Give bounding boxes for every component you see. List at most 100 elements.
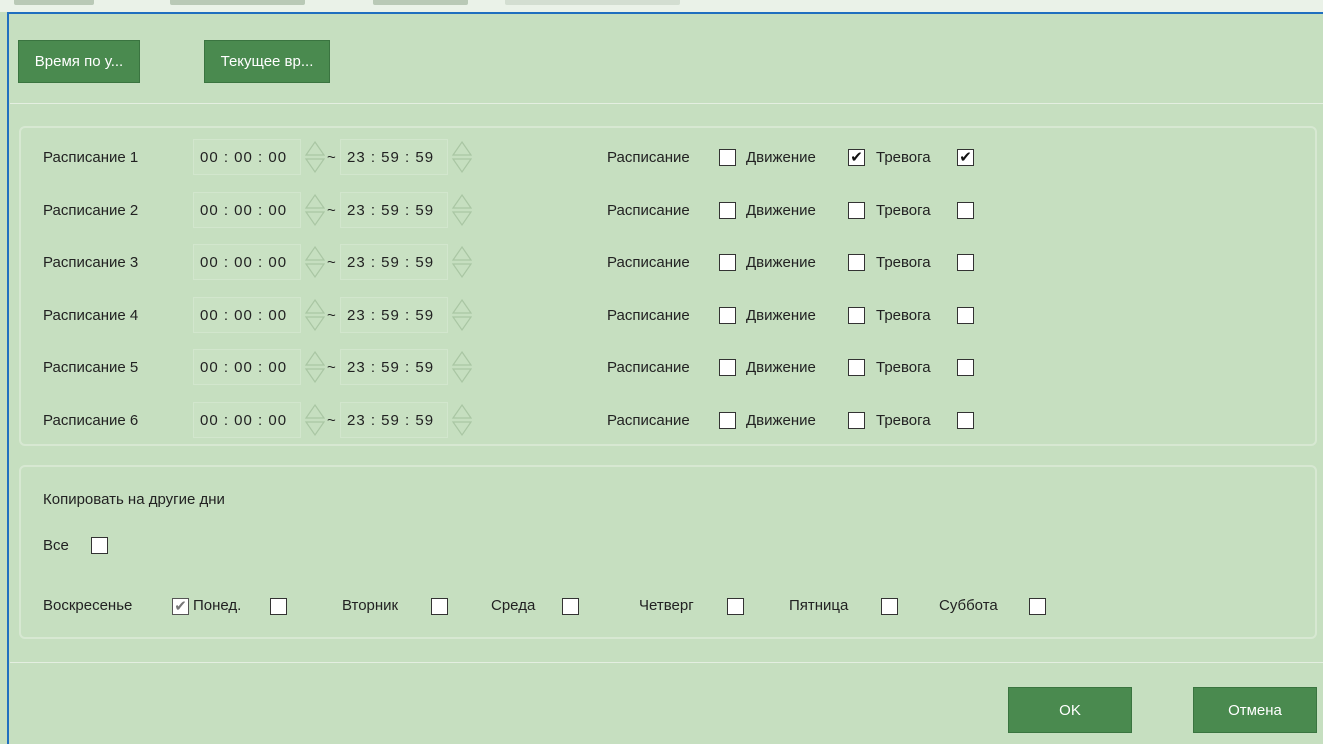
copy-title: Копировать на другие дни [43,491,225,508]
sync-time-button[interactable]: Время по у... [18,40,140,83]
end-time-field[interactable]: 23 : 59 : 59 [340,349,448,385]
motion-type-checkbox[interactable] [848,254,865,271]
day-label: Пятница [789,597,849,614]
motion-type-checkbox[interactable] [848,359,865,376]
start-time-spinner-icon[interactable] [304,297,326,333]
alarm-type-checkbox[interactable] [957,307,974,324]
schedule-type-checkbox[interactable] [719,307,736,324]
current-time-button[interactable]: Текущее вр... [204,40,330,83]
end-time-spinner-icon[interactable] [451,402,473,438]
time-range-tilde: ~ [327,254,336,271]
end-time-field[interactable]: 23 : 59 : 59 [340,297,448,333]
schedule-label: Расписание 2 [43,202,139,219]
alarm-type-checkbox[interactable] [957,202,974,219]
start-time-field[interactable]: 00 : 00 : 00 [193,349,301,385]
day-label: Воскресенье [43,597,133,614]
end-time-field[interactable]: 23 : 59 : 59 [340,244,448,280]
end-time-spinner-icon[interactable] [451,244,473,280]
motion-type-checkbox[interactable] [848,307,865,324]
tab-stub-2 [170,0,305,5]
schedule-type-checkbox[interactable] [719,254,736,271]
schedule-type-checkbox[interactable] [719,359,736,376]
alarm-type-checkbox[interactable] [957,412,974,429]
schedule-label: Расписание 6 [43,412,139,429]
alarm-type-checkbox[interactable] [957,254,974,271]
end-time-field[interactable]: 23 : 59 : 59 [340,192,448,228]
day-label: Четверг [639,597,694,614]
alarm-type-label: Тревога [876,307,931,324]
alarm-type-checkbox[interactable] [957,359,974,376]
tab-stub-4 [505,0,680,5]
day-checkbox[interactable] [881,598,898,615]
cancel-button[interactable]: Отмена [1193,687,1317,733]
day-label: Среда [491,597,536,614]
divider-bottom [10,662,1323,663]
end-time-field[interactable]: 23 : 59 : 59 [340,139,448,175]
schedule-type-checkbox[interactable] [719,149,736,166]
day-label: Понед. [193,597,242,614]
day-label: Вторник [342,597,399,614]
alarm-type-label: Тревога [876,254,931,271]
motion-type-label: Движение [746,254,816,271]
motion-type-checkbox[interactable]: ✔ [848,149,865,166]
time-range-tilde: ~ [327,307,336,324]
start-time-field[interactable]: 00 : 00 : 00 [193,192,301,228]
check-icon: ✔ [174,598,187,615]
end-time-spinner-icon[interactable] [451,349,473,385]
check-icon: ✔ [850,149,863,166]
motion-type-checkbox[interactable] [848,412,865,429]
start-time-spinner-icon[interactable] [304,192,326,228]
alarm-type-label: Тревога [876,202,931,219]
day-checkbox[interactable] [1029,598,1046,615]
day-checkbox[interactable] [562,598,579,615]
start-time-spinner-icon[interactable] [304,244,326,280]
day-checkbox[interactable]: ✔ [172,598,189,615]
day-checkbox[interactable] [727,598,744,615]
schedule-type-checkbox[interactable] [719,412,736,429]
start-time-field[interactable]: 00 : 00 : 00 [193,402,301,438]
motion-type-checkbox[interactable] [848,202,865,219]
time-range-tilde: ~ [327,149,336,166]
check-icon: ✔ [959,149,972,166]
time-range-tilde: ~ [327,202,336,219]
day-checkbox[interactable] [270,598,287,615]
schedule-type-label: Расписание [607,412,690,429]
time-range-tilde: ~ [327,359,336,376]
schedule-type-label: Расписание [607,359,690,376]
all-days-label: Все [43,537,69,554]
schedule-type-checkbox[interactable] [719,202,736,219]
motion-type-label: Движение [746,307,816,324]
motion-type-label: Движение [746,202,816,219]
alarm-type-label: Тревога [876,149,931,166]
day-checkbox[interactable] [431,598,448,615]
tab-stub-1 [14,0,94,5]
start-time-field[interactable]: 00 : 00 : 00 [193,139,301,175]
schedule-label: Расписание 4 [43,307,139,324]
motion-type-label: Движение [746,412,816,429]
ok-button[interactable]: OK [1008,687,1132,733]
motion-type-label: Движение [746,359,816,376]
divider-top [10,103,1323,104]
tab-stub-3 [373,0,468,5]
motion-type-label: Движение [746,149,816,166]
alarm-type-label: Тревога [876,359,931,376]
start-time-spinner-icon[interactable] [304,139,326,175]
day-label: Суббота [939,597,998,614]
schedule-label: Расписание 5 [43,359,139,376]
end-time-spinner-icon[interactable] [451,139,473,175]
schedule-type-label: Расписание [607,149,690,166]
end-time-field[interactable]: 23 : 59 : 59 [340,402,448,438]
schedule-label: Расписание 3 [43,254,139,271]
all-days-checkbox[interactable] [91,537,108,554]
alarm-type-label: Тревога [876,412,931,429]
end-time-spinner-icon[interactable] [451,297,473,333]
start-time-spinner-icon[interactable] [304,402,326,438]
start-time-field[interactable]: 00 : 00 : 00 [193,244,301,280]
schedule-type-label: Расписание [607,307,690,324]
start-time-field[interactable]: 00 : 00 : 00 [193,297,301,333]
end-time-spinner-icon[interactable] [451,192,473,228]
alarm-type-checkbox[interactable]: ✔ [957,149,974,166]
start-time-spinner-icon[interactable] [304,349,326,385]
time-range-tilde: ~ [327,412,336,429]
schedule-type-label: Расписание [607,254,690,271]
